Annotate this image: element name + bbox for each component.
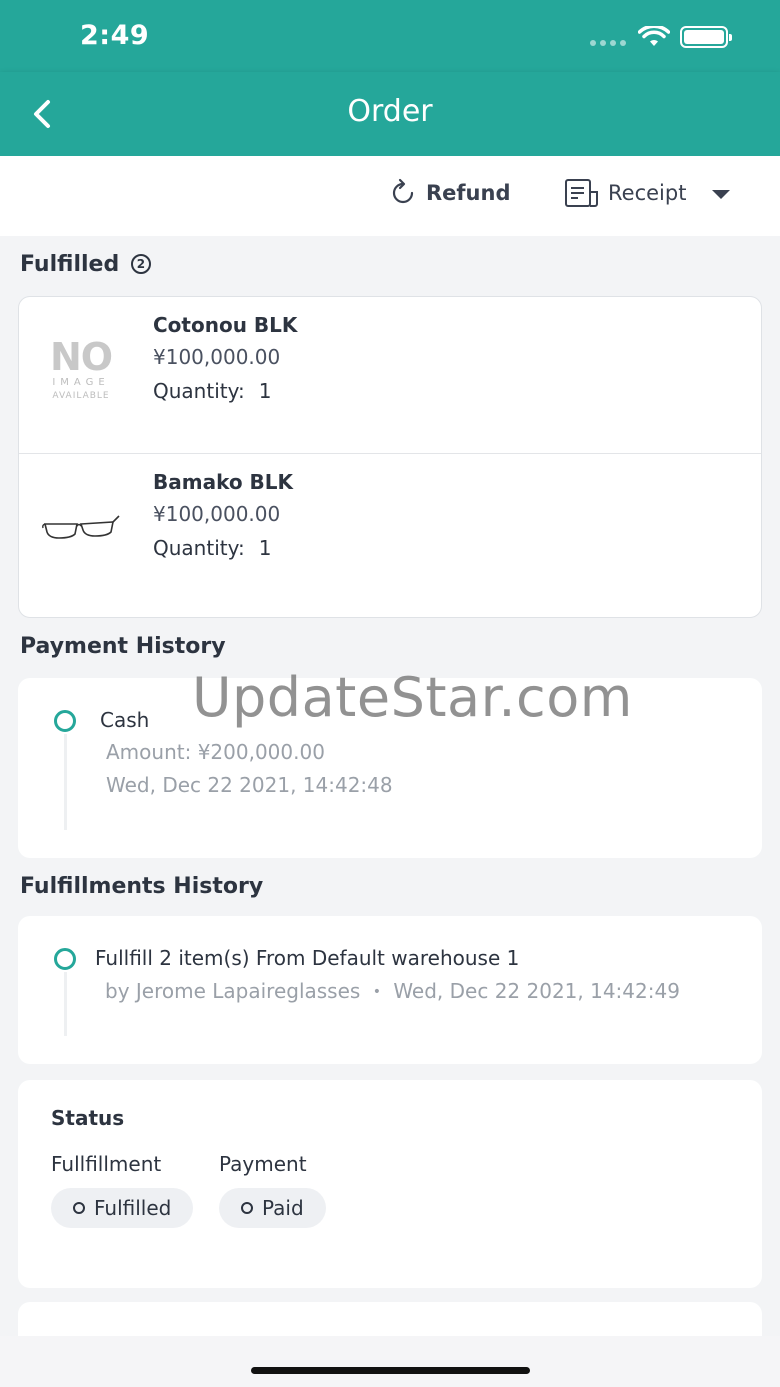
- fulfillment-status-value: Fulfilled: [94, 1196, 172, 1220]
- timeline-dot-icon: [54, 710, 76, 732]
- meta-separator: •: [372, 984, 381, 1000]
- fulfillments-history-title: Fulfillments History: [20, 874, 264, 899]
- quantity-value: 1: [258, 536, 272, 560]
- product-quantity: Quantity: 1: [153, 379, 271, 403]
- list-item[interactable]: Bamako BLK ¥100,000.00 Quantity: 1: [19, 453, 761, 609]
- payment-history-card: Cash Amount: ¥200,000.00 Wed, Dec 22 202…: [18, 678, 762, 858]
- placeholder-small-text: AVAILABLE: [52, 391, 110, 401]
- home-indicator-area: [0, 1336, 780, 1387]
- action-bar: Refund Receipt: [0, 156, 780, 236]
- quantity-value: 1: [258, 379, 272, 403]
- payment-datetime: Wed, Dec 22 2021, 14:42:48: [106, 773, 393, 797]
- payment-amount: Amount: ¥200,000.00: [106, 740, 325, 764]
- home-indicator[interactable]: [251, 1367, 530, 1374]
- refund-icon: [392, 178, 414, 204]
- fulfillment-datetime: Wed, Dec 22 2021, 14:42:49: [393, 979, 680, 1003]
- status-card: Status Fullfillment Payment Fulfilled Pa…: [18, 1080, 762, 1288]
- timeline-line: [64, 734, 67, 830]
- fulfilled-items-card: NO IMAGE AVAILABLE Cotonou BLK ¥100,000.…: [18, 296, 762, 618]
- fulfillment-status-label: Fullfillment: [51, 1152, 162, 1176]
- wifi-icon: [638, 26, 670, 46]
- payment-status-value: Paid: [262, 1196, 304, 1220]
- page-title: Order: [347, 94, 433, 129]
- fulfillment-status-badge: Fulfilled: [51, 1188, 194, 1228]
- status-title: Status: [51, 1106, 125, 1130]
- fulfillment-description: Fullfill 2 item(s) From Default warehous…: [95, 946, 520, 970]
- payment-status-label: Payment: [219, 1152, 307, 1176]
- fulfilled-count-badge: 2: [130, 254, 151, 274]
- fulfillment-meta: by Jerome Lapaireglasses • Wed, Dec 22 2…: [105, 979, 680, 1003]
- receipt-label: Receipt: [608, 181, 687, 205]
- status-dot-icon: [73, 1202, 85, 1214]
- refund-label: Refund: [426, 181, 511, 205]
- receipt-icon: [565, 179, 598, 207]
- product-name: Bamako BLK: [153, 470, 294, 494]
- timeline-dot-icon: [54, 948, 76, 970]
- placeholder-mid-text: IMAGE: [52, 377, 110, 388]
- nav-bar: Order: [0, 72, 780, 156]
- payment-history-title: Payment History: [20, 634, 226, 659]
- timeline-line: [64, 972, 67, 1036]
- list-item[interactable]: NO IMAGE AVAILABLE Cotonou BLK ¥100,000.…: [19, 297, 761, 453]
- no-image-placeholder: NO IMAGE AVAILABLE: [41, 337, 121, 407]
- receipt-dropdown-chevron-icon[interactable]: [712, 190, 730, 199]
- status-bar: 2:49: [0, 0, 780, 72]
- fulfilled-title: Fulfilled: [20, 252, 120, 277]
- receipt-button[interactable]: Receipt: [564, 178, 686, 208]
- signal-icon: [590, 40, 626, 46]
- product-price: ¥100,000.00: [153, 345, 281, 369]
- product-price: ¥100,000.00: [153, 502, 281, 526]
- battery-icon: [680, 26, 732, 48]
- product-name: Cotonou BLK: [153, 313, 298, 337]
- fulfilled-heading: Fulfilled 2: [20, 252, 151, 277]
- status-time: 2:49: [80, 20, 150, 51]
- payment-status-badge: Paid: [219, 1188, 326, 1228]
- fulfillment-by: by Jerome Lapaireglasses: [105, 979, 361, 1003]
- product-quantity: Quantity: 1: [153, 536, 271, 560]
- fulfillments-history-card: Fullfill 2 item(s) From Default warehous…: [18, 916, 762, 1064]
- quantity-label: Quantity:: [153, 536, 245, 560]
- refund-button[interactable]: Refund: [388, 178, 510, 208]
- payment-method: Cash: [100, 708, 150, 732]
- quantity-label: Quantity:: [153, 379, 245, 403]
- placeholder-big-text: NO: [49, 335, 113, 379]
- eyeglasses-icon: [42, 515, 120, 539]
- status-dot-icon: [241, 1202, 253, 1214]
